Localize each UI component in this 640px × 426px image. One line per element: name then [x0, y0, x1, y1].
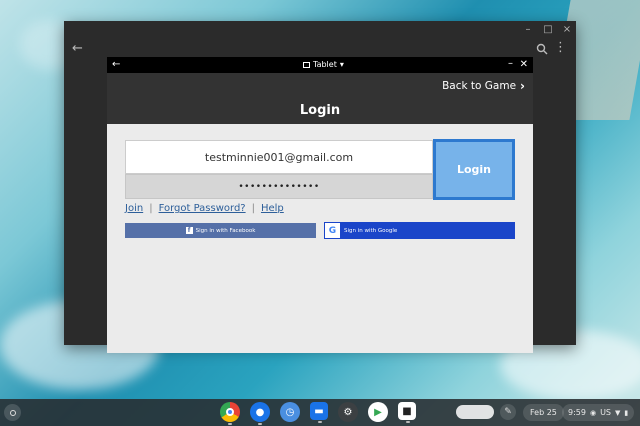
resize-mode-dropdown[interactable]: Tablet ▾ — [303, 57, 344, 73]
link-separator: | — [251, 203, 255, 214]
password-field[interactable]: •••••••••••••• — [125, 174, 433, 199]
google-icon: G — [325, 223, 340, 238]
messages-icon[interactable]: ● — [250, 402, 270, 425]
back-arrow-icon[interactable]: ← — [112, 57, 120, 73]
camera-app-icon[interactable]: ■ — [398, 402, 416, 423]
launcher-button[interactable] — [4, 404, 21, 421]
launcher-icon — [9, 409, 16, 416]
facebook-signin-button[interactable]: f Sign in with Facebook — [125, 223, 316, 238]
app-dock: ● ◷ ▬ ⚙ ▶ ■ — [220, 402, 416, 425]
files-icon[interactable]: ▬ — [310, 402, 328, 423]
maximize-button[interactable]: □ — [542, 24, 554, 36]
holding-space-tray[interactable] — [456, 405, 494, 419]
more-vert-icon[interactable]: ⋮ — [554, 40, 567, 56]
game-window-titlebar: ← Tablet ▾ – ✕ — [107, 57, 533, 73]
join-link[interactable]: Join — [125, 203, 143, 214]
link-separator: | — [149, 203, 153, 214]
wifi-icon: ▼ — [615, 408, 621, 417]
battery-icon: ▮ — [624, 408, 629, 417]
date-tray[interactable]: Feb 25 — [523, 404, 564, 421]
close-button[interactable]: × — [561, 24, 573, 36]
game-window: ← Tablet ▾ – ✕ Back to Game › Login test… — [107, 57, 533, 353]
back-to-game-label: Back to Game — [442, 80, 517, 92]
search-icon[interactable] — [536, 43, 548, 55]
chevron-down-icon: ▾ — [339, 60, 344, 69]
google-signin-button[interactable]: G Sign in with Google — [324, 222, 515, 239]
game-minimize-button[interactable]: – — [508, 57, 513, 71]
tablet-icon — [303, 62, 310, 68]
clock-icon[interactable]: ◷ — [280, 402, 300, 422]
login-button[interactable]: Login — [433, 139, 515, 200]
minimize-button[interactable]: – — [522, 24, 534, 36]
arrow-left-icon[interactable]: ← — [72, 41, 83, 56]
email-field[interactable]: testminnie001@gmail.com — [125, 140, 433, 174]
help-link[interactable]: Help — [261, 203, 284, 214]
forgot-password-link[interactable]: Forgot Password? — [159, 203, 246, 214]
facebook-signin-label: Sign in with Facebook — [195, 227, 256, 234]
locale-label: US — [600, 408, 612, 417]
stylus-icon[interactable]: ✎ — [500, 404, 516, 420]
game-close-button[interactable]: ✕ — [520, 57, 528, 73]
shelf: ● ◷ ▬ ⚙ ▶ ■ ✎ Feb 25 9:59 ◉ US ▼ ▮ — [0, 399, 640, 426]
clock-time: 9:59 — [568, 408, 586, 417]
page-title: Login — [299, 103, 341, 118]
account-links: Join | Forgot Password? | Help — [125, 203, 284, 214]
outer-caption-bar: – □ × — [64, 21, 576, 39]
google-signin-label: Sign in with Google — [344, 227, 398, 234]
chrome-icon[interactable] — [220, 402, 240, 425]
status-tray[interactable]: 9:59 ◉ US ▼ ▮ — [562, 404, 634, 421]
chevron-right-icon: › — [520, 79, 525, 93]
game-header: Back to Game › Login — [107, 73, 533, 124]
play-store-icon[interactable]: ▶ — [368, 402, 388, 422]
ime-icon: ◉ — [589, 408, 597, 417]
settings-icon[interactable]: ⚙ — [338, 402, 358, 422]
resize-mode-label: Tablet — [313, 60, 337, 69]
facebook-icon: f — [185, 227, 193, 234]
back-to-game-link[interactable]: Back to Game › — [442, 79, 525, 93]
